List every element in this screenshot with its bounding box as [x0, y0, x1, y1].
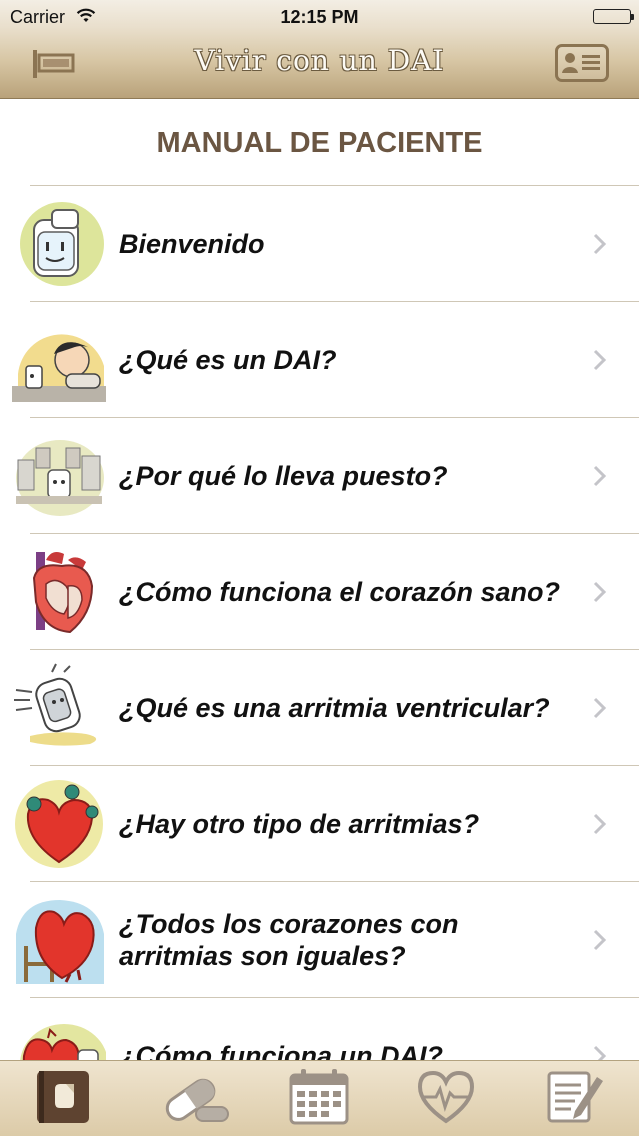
chevron-right-icon — [592, 929, 608, 951]
heart-device-icon — [12, 1010, 108, 1060]
tab-health[interactable] — [381, 1061, 508, 1136]
device-mascot-icon — [12, 198, 106, 290]
tab-medication[interactable] — [127, 1061, 254, 1136]
chevron-right-icon — [592, 697, 608, 719]
tab-calendar[interactable] — [254, 1061, 381, 1136]
person-desk-icon — [12, 314, 106, 406]
heart-pulse-icon — [417, 1070, 475, 1124]
pills-icon — [165, 1078, 229, 1122]
list-item[interactable]: ¿Hay otro tipo de arritmias? — [0, 766, 639, 882]
list-item[interactable]: ¿Qué es un DAI? — [0, 302, 639, 418]
list-item[interactable]: ¿Qué es una arritmia ventricular? — [0, 650, 639, 766]
list-item-label: ¿Qué es una arritmia ventricular? — [119, 693, 550, 723]
chevron-right-icon — [592, 581, 608, 603]
chevron-right-icon — [592, 1045, 608, 1060]
device-city-icon — [12, 430, 106, 522]
list-item-label: ¿Por qué lo lleva puesto? — [119, 461, 448, 491]
list-item[interactable]: Bienvenido — [0, 186, 639, 302]
list-item-label: ¿Cómo funciona el corazón sano? — [119, 577, 561, 607]
profile-card-icon[interactable] — [555, 44, 609, 82]
chevron-right-icon — [592, 465, 608, 487]
status-bar: Carrier 12:15 PM — [0, 0, 639, 34]
battery-icon — [593, 9, 634, 24]
tab-notes[interactable] — [508, 1061, 635, 1136]
status-time: 12:15 PM — [280, 7, 359, 27]
heart-chair-icon — [12, 894, 106, 986]
list-item[interactable]: ¿Cómo funciona un DAI? — [0, 998, 639, 1060]
top-bar: Carrier 12:15 PM Vivir con un DAI — [0, 0, 639, 99]
list-item-label: ¿Todos los corazones con arritmias son i… — [119, 909, 459, 971]
list-item-label: ¿Cómo funciona un DAI? — [119, 1041, 443, 1060]
notes-pencil-icon — [547, 1071, 603, 1123]
tab-bar — [0, 1060, 639, 1136]
list-item[interactable]: ¿Todos los corazones con arritmias son i… — [0, 882, 639, 998]
calendar-icon — [289, 1069, 349, 1125]
topic-list: Bienvenido ¿Qué es un DAI? ¿Por qué lo l… — [0, 186, 639, 1060]
running-device-icon — [12, 662, 106, 754]
list-item-label: ¿Hay otro tipo de arritmias? — [119, 809, 480, 839]
heart-bugs-icon — [12, 778, 106, 870]
list-item[interactable]: ¿Cómo funciona el corazón sano? — [0, 534, 639, 650]
tab-manual[interactable] — [0, 1061, 127, 1136]
chevron-right-icon — [592, 233, 608, 255]
list-item-label: Bienvenido — [119, 229, 265, 259]
chevron-right-icon — [592, 813, 608, 835]
section-title: MANUAL DE PACIENTE — [156, 127, 483, 159]
notebook-icon — [37, 1071, 89, 1123]
list-item[interactable]: ¿Por qué lo lleva puesto? — [0, 418, 639, 534]
nav-title: Vivir con un DAI — [194, 44, 445, 77]
heart-anatomy-icon — [12, 546, 106, 638]
list-item-label: ¿Qué es un DAI? — [119, 345, 337, 375]
chevron-right-icon — [592, 349, 608, 371]
